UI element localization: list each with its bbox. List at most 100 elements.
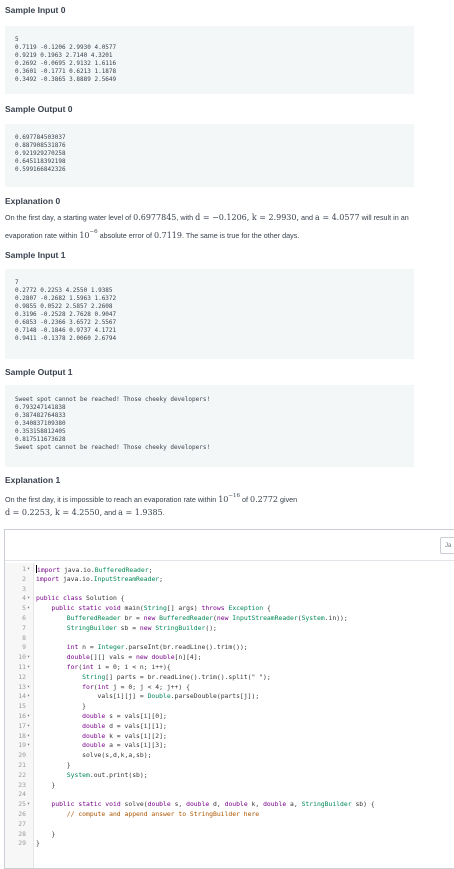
code-text: public class Solution { [36,594,125,603]
code-line[interactable]: 17 ▾ double d = vals[i][1]; [5,722,454,732]
sample-input-1-title: Sample Input 1 [5,250,66,260]
code-text: public static void solve(double s, doubl… [51,800,375,809]
code-text: } [36,702,87,711]
explanation-0-text: On the first day, a starting water level… [5,213,409,240]
fold-toggle-icon[interactable]: ▾ [27,604,33,614]
code-line[interactable]: 11 ▾ for(int i = 0; i < n; i++){ [5,663,454,673]
line-number: 25 [18,800,26,809]
line-number: 11 [18,662,26,671]
line-number: 7 [22,623,26,632]
code-text: for(int j = 0; j < 4; j++) { [82,682,190,691]
code-line[interactable]: 16 ▾ double s = vals[i][0]; [5,712,454,722]
code-line[interactable]: 4 ▾ public class Solution { [5,594,454,604]
line-number: 13 [18,682,26,691]
sample-output-1-title: Sample Output 1 [5,367,73,377]
io-line: 5 [15,36,19,43]
code-text: String[] parts = br.readLine().trim().sp… [82,672,271,681]
line-number: 23 [18,780,26,789]
code-line[interactable]: 21 } [5,761,454,771]
line-number: 20 [18,751,26,760]
code-text: } [36,760,71,769]
code-line[interactable]: 14 ▾ vals[i][j] = Double.parseDouble(part… [5,692,454,702]
io-line: 0.7119 -0.1206 2.9930 4.0577 [15,44,117,51]
io-line: 0.887908531876 [15,142,66,149]
io-line: 0.599166842326 [15,166,66,173]
code-line[interactable]: 22 System.out.print(sb); [5,771,454,781]
code-line[interactable]: 10 ▾ double[][] vals = new double[n][4]; [5,653,454,663]
line-number: 6 [22,613,26,622]
code-line[interactable]: 19 ▾ double a = vals[i][3]; [5,741,454,751]
io-line: 0.3492 -0.3865 3.8889 2.5649 [15,76,117,83]
fold-toggle-icon[interactable]: ▾ [27,663,33,673]
code-text: double k = vals[i][2]; [82,731,167,740]
io-line: 0.697784503037 [15,134,66,141]
line-number: 29 [18,839,26,848]
fold-toggle-icon[interactable]: ▾ [27,722,33,732]
code-line[interactable]: 26 // compute and append answer to Strin… [5,810,454,820]
io-line: 0.645118392198 [15,158,66,165]
io-line: 0.353158812405 [15,428,66,435]
line-number: 28 [18,829,26,838]
language-select[interactable]: Ja [440,537,454,554]
code-line[interactable]: 23 } [5,781,454,791]
sample-input-0-title: Sample Input 0 [5,5,66,15]
code-line[interactable]: 8 [5,634,454,644]
code-line[interactable]: 3 [5,585,454,595]
code-text: solve(s,d,k,a,sb); [36,751,152,760]
io-line: Sweet spot cannot be reached! Those chee… [15,396,211,403]
code-line[interactable]: 13 ▾ for(int j = 0; j < 4; j++) { [5,683,454,693]
line-number: 19 [18,741,26,750]
code-text: public static void main(String[] args) t… [51,604,271,613]
line-number: 26 [18,809,26,818]
code-line[interactable]: 9 int n = Integer.parseInt(br.readLine()… [5,643,454,653]
code-line[interactable]: 28 } [5,830,454,840]
fold-toggle-icon[interactable]: ▾ [27,683,33,693]
fold-toggle-icon[interactable]: ▾ [27,692,33,702]
code-text: double s = vals[i][0]; [82,711,167,720]
line-number: 2 [22,574,26,583]
code-line[interactable]: 7 StringBuilder sb = new StringBuilder()… [5,624,454,634]
line-number: 4 [22,594,26,603]
fold-toggle-icon[interactable]: ▾ [27,712,33,722]
code-text: int n = Integer.parseInt(br.readLine().t… [66,643,248,652]
code-line[interactable]: 6 BufferedReader br = new BufferedReader… [5,614,454,624]
code-text: StringBuilder sb = new StringBuilder(); [66,623,217,632]
fold-toggle-icon[interactable]: ▾ [27,653,33,663]
code-line[interactable]: 27 [5,820,454,830]
code-line[interactable]: 29} [5,839,454,849]
code-editor[interactable]: Ja 1 ▾ import java.io.BufferedReader; 2 impo… [4,529,454,869]
code-area[interactable]: 1 ▾ import java.io.BufferedReader; 2 import … [5,565,454,849]
io-line: 0.793247141838 [15,404,66,411]
line-number: 5 [22,604,26,613]
line-number: 8 [22,633,26,642]
code-text: BufferedReader br = new BufferedReader(n… [66,613,348,622]
code-line[interactable]: 18 ▾ double k = vals[i][2]; [5,732,454,742]
fold-toggle-icon[interactable]: ▾ [27,594,33,604]
code-line[interactable]: 15 } [5,702,454,712]
io-line: 0.9411 -0.1378 2.0060 2.6794 [15,335,117,342]
code-text: import java.io.InputStreamReader; [36,574,164,583]
code-line[interactable]: 25 ▾ public static void solve(double s, d… [5,800,454,810]
code-line[interactable]: 2 import java.io.InputStreamReader; [5,575,454,585]
code-line[interactable]: 1 ▾ import java.io.BufferedReader; [5,565,454,575]
code-text: System.out.print(sb); [66,770,148,779]
fold-toggle-icon[interactable]: ▾ [27,741,33,751]
sample-output-0-title: Sample Output 0 [5,104,73,114]
code-line[interactable]: 5 ▾ public static void main(String[] args… [5,604,454,614]
fold-toggle-icon[interactable]: ▾ [27,565,33,575]
code-line[interactable]: 20 solve(s,d,k,a,sb); [5,751,454,761]
io-line: 0.387482764833 [15,412,66,419]
line-number: 10 [18,653,26,662]
io-line: 0.9855 0.0522 2.5857 2.2608 [15,303,113,310]
fold-toggle-icon[interactable]: ▾ [27,800,33,810]
explanation-0-title: Explanation 0 [5,196,61,206]
io-line: 0.3601 -0.1771 0.6213 1.1878 [15,68,117,75]
io-line: 0.6853 -0.2366 3.6572 2.5567 [15,319,117,326]
code-text: } [36,839,40,848]
line-number: 14 [18,692,26,701]
editor-toolbar: Ja [5,530,454,561]
fold-toggle-icon[interactable]: ▾ [27,732,33,742]
explanation-1-title: Explanation 1 [5,475,61,485]
code-line[interactable]: 24 [5,790,454,800]
code-line[interactable]: 12 String[] parts = br.readLine().trim()… [5,673,454,683]
